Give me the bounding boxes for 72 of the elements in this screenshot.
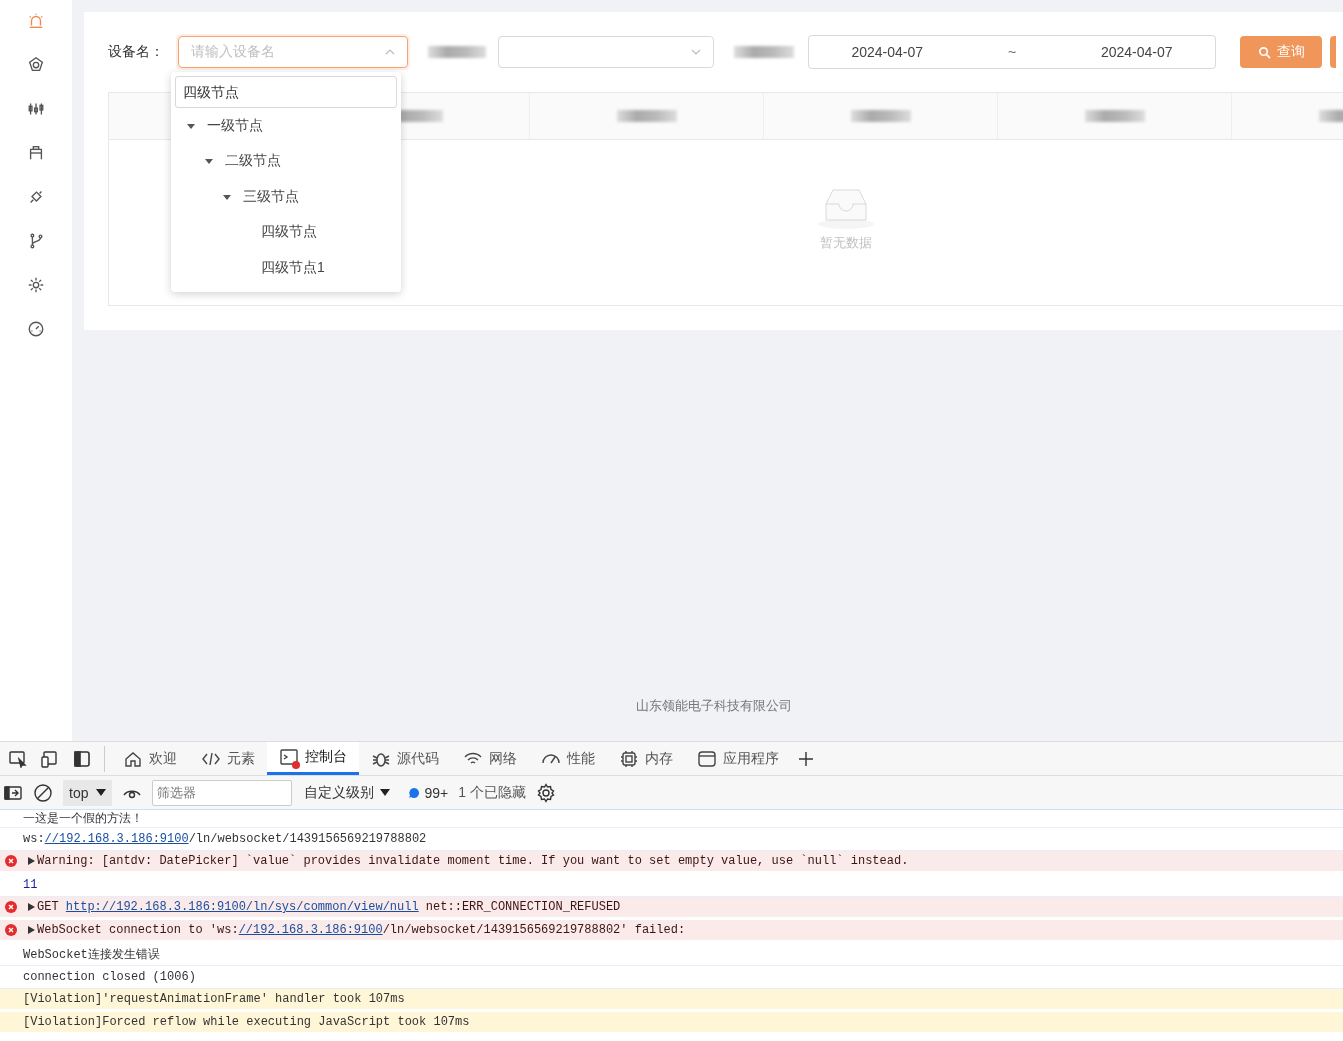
console-message: connection closed (1006): [23, 970, 196, 984]
clear-icon[interactable]: [33, 782, 53, 803]
panel-icon[interactable]: [72, 749, 92, 768]
hidden-count[interactable]: 1 个已隐藏: [458, 783, 526, 802]
inspect-icon[interactable]: [8, 749, 28, 768]
pentagon-icon[interactable]: [27, 56, 45, 74]
context-select[interactable]: top: [63, 779, 113, 806]
url-link[interactable]: //192.168.3.186:9100: [238, 923, 383, 937]
settings-icon[interactable]: [535, 782, 556, 803]
console-message: [Violation]'requestAnimationFrame' handler took 107ms: [23, 992, 405, 1006]
devtools-tab[interactable]: 网络: [451, 742, 529, 775]
tree-node[interactable]: 二级节点: [225, 152, 281, 171]
tree-node[interactable]: 四级节点: [261, 223, 317, 242]
message-count[interactable]: 99+: [408, 784, 449, 801]
url-link[interactable]: //192.168.3.186:9100: [44, 832, 189, 846]
console-message: Warning: [antdv: DatePicker] `value` provides invalidate moment time. If you want to set empty value, use `null` instead.: [37, 854, 909, 868]
expand-triangle-icon[interactable]: [205, 157, 213, 166]
filter-field[interactable]: 筛选器: [152, 779, 293, 806]
blurred-header: [616, 110, 677, 122]
console-message: 11: [23, 878, 38, 892]
expand-triangle-icon[interactable]: [28, 857, 35, 865]
console-message: 一这是一个假的方法！: [23, 811, 143, 827]
blurred-header: [1084, 110, 1145, 122]
message-icon: [408, 786, 421, 799]
console-message: WebSocket连接发生错误: [23, 946, 160, 963]
devtools-tab[interactable]: 应用程序: [685, 742, 791, 775]
expand-triangle-icon[interactable]: [223, 192, 231, 201]
tree-node[interactable]: 四级节点1: [261, 258, 325, 277]
gate-icon[interactable]: [27, 144, 45, 162]
devtools-tab[interactable]: 元素: [189, 742, 267, 775]
search-icon: [1257, 45, 1271, 59]
tree-node[interactable]: 一级节点: [207, 116, 263, 135]
branch-icon[interactable]: [27, 232, 45, 250]
devtools-tab[interactable]: 欢迎: [111, 742, 189, 775]
home-icon: [123, 749, 143, 768]
console-message: WebSocket connection to 'ws://192.168.3.186:9100/ln/websocket/1439156569219788802' failed:: [37, 923, 686, 937]
devtools-tab[interactable]: 控制台: [267, 742, 359, 775]
settings-icon[interactable]: [27, 276, 45, 294]
error-badge: [292, 761, 300, 769]
chip-icon: [619, 749, 639, 768]
expand-triangle-icon[interactable]: [28, 926, 35, 934]
expand-triangle-icon[interactable]: [28, 903, 35, 911]
blurred-label: [734, 46, 794, 58]
sidebar-toggle-icon[interactable]: [3, 783, 23, 802]
device-label: 设备名：: [108, 43, 164, 61]
error-icon: [5, 855, 17, 867]
empty-inbox-icon: [816, 186, 876, 230]
level-select[interactable]: 自定义级别: [304, 783, 391, 802]
empty-text: 暂无数据: [820, 234, 872, 252]
error-icon: [5, 901, 17, 913]
console-message: [Violation]Forced reflow while executing JavaScript took 107ms: [23, 1015, 470, 1029]
tree-node[interactable]: 三级节点: [243, 187, 299, 206]
add-tab-icon[interactable]: [797, 749, 815, 768]
blurred-header: [850, 110, 911, 122]
console-message: GET http://192.168.3.186:9100/ln/sys/common/view/null net::ERR_CONNECTION_REFUSED: [37, 900, 621, 914]
devtools-tab[interactable]: 内存: [607, 742, 685, 775]
caret-icon: [691, 47, 701, 57]
url-link[interactable]: http://192.168.3.186:9100/ln/sys/common/view/null: [65, 900, 419, 914]
window-icon: [697, 749, 717, 768]
caret-icon: [385, 47, 395, 57]
error-icon: [5, 924, 17, 936]
console-message: ws://192.168.3.186:9100/ln/websocket/1439156569219788802: [23, 832, 427, 846]
devtools-tab[interactable]: 性能: [529, 742, 607, 775]
gauge-icon[interactable]: [27, 320, 45, 338]
devtools-tab[interactable]: 源代码: [359, 742, 451, 775]
date-range-field[interactable]: 2024-04-07 ~ 2024-04-07: [808, 35, 1216, 69]
blurred-label: [428, 46, 486, 58]
device-icon[interactable]: [40, 749, 60, 768]
tree-search-field[interactable]: 四级节点: [175, 76, 397, 108]
footer-text: 山东领能电子科技有限公司: [634, 697, 793, 715]
expand-triangle-icon[interactable]: [187, 121, 195, 130]
terminal-icon: [279, 748, 299, 766]
